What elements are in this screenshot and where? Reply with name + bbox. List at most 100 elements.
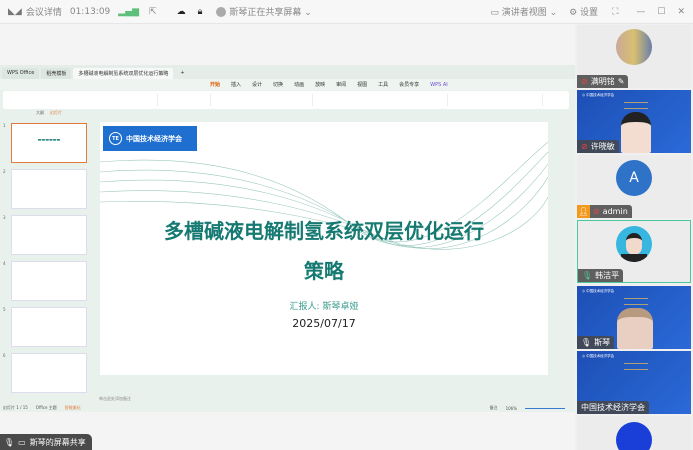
shared-screen-area: WPS Office 稻壳模板 多槽碱液电解制氢系统双层优化运行策略 + 开始 …	[0, 24, 575, 450]
minimize-icon[interactable]: —	[636, 7, 645, 17]
fullscreen-icon[interactable]: ⛶	[612, 7, 618, 17]
smart-beautify-button[interactable]: 智能美化	[65, 405, 81, 411]
slide-thumbnail[interactable]	[11, 353, 87, 393]
participant-name: 许晓敏	[590, 142, 615, 151]
participant-name: 韩洁平	[595, 271, 620, 280]
settings-button[interactable]: ⚙ 设置	[569, 5, 598, 18]
avatar	[616, 422, 652, 450]
participant-name-tag: ⊘ 满明铭 ✎	[577, 75, 629, 88]
menu-review[interactable]: 审阅	[336, 81, 346, 88]
close-icon[interactable]: ✕	[677, 7, 685, 17]
wps-presentation-window: WPS Office 稻壳模板 多槽碱液电解制氢系统双层优化运行策略 + 开始 …	[0, 65, 575, 412]
mic-muted-icon: ⊘	[593, 207, 600, 216]
slide-thumbnail[interactable]	[11, 215, 87, 255]
video-logo: ◎ 中国技术经济学会	[582, 93, 615, 97]
menu-transitions[interactable]: 切换	[273, 81, 283, 88]
video-background-banner: ━━━━━━━━━━ ━━━━━━━━━━	[623, 361, 649, 372]
presenter-view-label: 演讲者视图	[501, 8, 547, 18]
organization-logo: TE 中国技术经济学会	[103, 126, 197, 151]
notes-toggle[interactable]: 备注	[490, 405, 498, 411]
zoom-level[interactable]: 106%	[506, 406, 517, 411]
notes-field[interactable]: 单击此处添加备注	[95, 396, 567, 404]
menu-view[interactable]: 视图	[357, 81, 367, 88]
participant-name-tag: 🎙︎ 韩洁平	[578, 269, 624, 282]
video-person	[617, 308, 653, 349]
sharing-status-text: 斯琴正在共享屏幕	[229, 8, 302, 18]
cloud-record-icon[interactable]: ☁	[177, 7, 186, 17]
avatar: A	[616, 160, 652, 196]
mic-muted-icon: ⊘	[581, 142, 588, 151]
avatar	[616, 226, 652, 262]
participant-name-tag: 中国技术经济学会	[577, 401, 649, 414]
menu-home[interactable]: 开始	[210, 81, 220, 88]
video-logo: ◎ 中国技术经济学会	[582, 354, 615, 358]
participant-name: 斯琴	[594, 338, 611, 347]
slide-title-line2: 策略	[304, 259, 344, 283]
menu-animation[interactable]: 动画	[294, 81, 304, 88]
participant-name-tag: 👤︎ ⊘ admin	[577, 205, 632, 218]
slide-date: 2025/07/17	[292, 317, 356, 330]
participant-name-tag: 🎙︎ 斯琴	[577, 336, 615, 349]
wps-status-bar: 幻灯片 1 / 15 Office 主题 智能美化 备注 106%	[0, 404, 575, 412]
wave-lines-decoration	[100, 141, 548, 250]
participant-tile[interactable]: ◎ 中国技术经济学会 ━━━━━━━━━━ ━━━━━━━━━━ 中国技术经济学会	[577, 351, 691, 414]
menu-design[interactable]: 设计	[252, 81, 262, 88]
meeting-details-button[interactable]: 会议详情	[26, 5, 62, 18]
presenter-view-button[interactable]: ▭ 演讲者视图 ⌄	[490, 5, 557, 18]
current-slide[interactable]: TE 中国技术经济学会 多槽碱液电解制氢系统双层优化运行 策略 汇报人: 斯琴卓娅…	[100, 122, 548, 375]
participant-name: 中国技术经济学会	[581, 403, 645, 412]
lock-icon[interactable]: 🔒︎	[198, 7, 203, 17]
outline-tab[interactable]: 大纲	[36, 110, 44, 116]
popout-icon[interactable]: ⇱	[149, 7, 157, 17]
screen-share-label: 🎙︎ ▭ 斯琴的屏幕共享	[0, 434, 92, 450]
video-background-banner: ━━━━━━━━━━ ━━━━━━━━━━	[623, 296, 649, 307]
wps-tab-active[interactable]: 多槽碱液电解制氢系统双层优化运行策略	[73, 68, 174, 79]
menu-tools[interactable]: 工具	[378, 81, 388, 88]
video-person	[621, 112, 651, 153]
sharer-avatar	[216, 6, 227, 17]
maximize-icon[interactable]: ☐	[657, 7, 665, 17]
slide-reporter: 汇报人: 斯琴卓娅	[289, 302, 359, 312]
slide-thumbnail[interactable]	[11, 307, 87, 347]
zoom-slider[interactable]	[525, 407, 565, 409]
participant-name: 满明铭	[590, 77, 615, 86]
slide-thumbnail[interactable]	[11, 261, 87, 301]
participant-tile[interactable]: A 👤︎ ⊘ admin	[577, 155, 691, 218]
mic-icon: 🎙︎	[581, 338, 592, 347]
sharing-status-dropdown[interactable]: 斯琴正在共享屏幕 ⌄	[229, 5, 311, 18]
participant-video-list: ⊘ 满明铭 ✎ ◎ 中国技术经济学会 ━━━━━━━━━━ ━━━━━━━━━━ ⊘ 许…	[575, 24, 693, 450]
mic-active-icon: 🎙︎	[582, 271, 593, 280]
menu-wps-ai[interactable]: WPS AI	[430, 82, 448, 88]
slide-thumbnail-panel: 大纲 幻灯片 1 ▬▬▬▬▬▬ 2 3 4 5 6	[0, 110, 95, 396]
participant-tile[interactable]: ⊘ 满明铭 ✎	[577, 25, 691, 88]
slide-counter: 幻灯片 1 / 15	[3, 405, 28, 410]
mic-muted-icon: ⊘	[581, 77, 588, 86]
participant-tile[interactable]	[577, 416, 691, 450]
participant-tile-speaking[interactable]: 🎙︎ 韩洁平	[577, 220, 691, 283]
video-logo: ◎ 中国技术经济学会	[582, 289, 615, 293]
logo-text: 中国技术经济学会	[126, 134, 182, 143]
screen-icon: ▭	[18, 437, 26, 447]
wps-tab[interactable]: 稻壳模板	[41, 68, 72, 79]
participant-tile[interactable]: ◎ 中国技术经济学会 ━━━━━━━━━━ ━━━━━━━━━━ 🎙︎ 斯琴	[577, 286, 691, 349]
screen-share-label-text: 斯琴的屏幕共享	[29, 437, 86, 447]
wps-tab[interactable]: WPS Office	[2, 68, 40, 79]
menu-insert[interactable]: 插入	[231, 81, 241, 88]
mic-icon: 🎙︎	[4, 437, 15, 447]
menu-member[interactable]: 会员专享	[399, 81, 419, 88]
avatar	[616, 29, 652, 65]
menu-slideshow[interactable]: 放映	[315, 81, 325, 88]
slide-thumbnail[interactable]	[11, 169, 87, 209]
elapsed-time: 01:13:09	[69, 6, 111, 17]
participant-tile[interactable]: ◎ 中国技术经济学会 ━━━━━━━━━━ ━━━━━━━━━━ ⊘ 许晓敏	[577, 90, 691, 153]
theme-name: Office 主题	[35, 405, 57, 410]
meeting-logo-icon: ◣◢	[8, 6, 22, 17]
video-background-banner: ━━━━━━━━━━ ━━━━━━━━━━	[623, 100, 649, 111]
host-icon: 👤︎	[577, 205, 590, 218]
edit-icon: ✎	[617, 77, 625, 86]
new-tab-button[interactable]: +	[175, 68, 189, 79]
slide-thumbnail[interactable]: ▬▬▬▬▬▬	[11, 123, 87, 163]
meeting-top-bar: ◣◢ 会议详情 01:13:09 ▂▄▆ ⇱ ☁ 🔒︎ 斯琴正在共享屏幕 ⌄ ▭…	[0, 0, 693, 24]
slides-tab[interactable]: 幻灯片	[50, 110, 62, 116]
settings-label: 设置	[580, 8, 599, 18]
